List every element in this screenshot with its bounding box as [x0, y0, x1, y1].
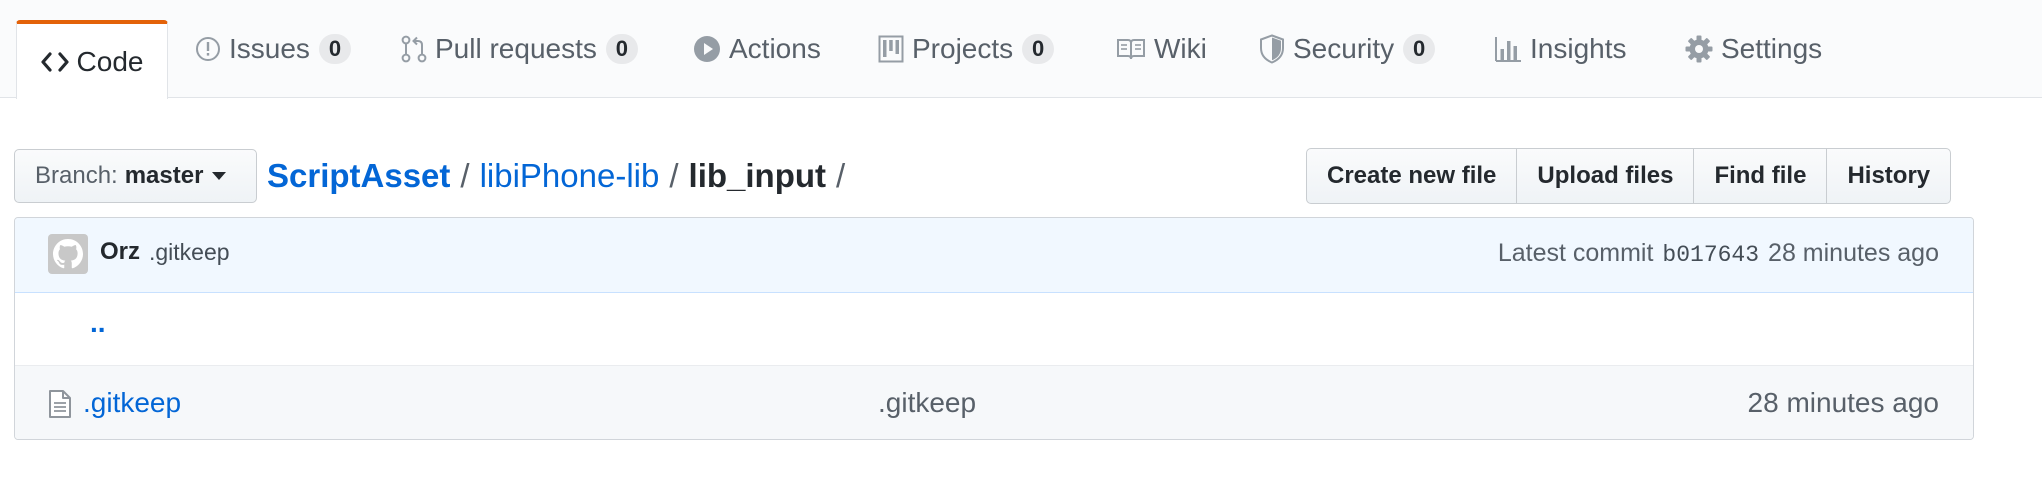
repo-nav: Code Issues 0 Pull requests 0 Actions Pr…: [0, 0, 2042, 99]
caret-down-icon: [212, 172, 227, 180]
commit-age: 28 minutes ago: [1768, 239, 1939, 267]
tab-issues[interactable]: Issues 0: [195, 0, 351, 98]
latest-commit-label: Latest commit: [1497, 239, 1654, 267]
tab-insights[interactable]: Insights: [1494, 0, 1627, 98]
play-icon: [693, 35, 721, 63]
graph-icon: [1494, 35, 1522, 63]
commit-author[interactable]: Orz: [100, 238, 140, 266]
projects-counter: 0: [1022, 34, 1055, 64]
find-file-button[interactable]: Find file: [1693, 148, 1828, 204]
breadcrumb-current: lib_input: [688, 157, 827, 194]
git-pull-request-icon: [401, 35, 427, 63]
tab-wiki-label: Wiki: [1154, 33, 1207, 64]
latest-commit-bar: Orz .gitkeep Latest commit b017643 28 mi…: [15, 218, 1973, 293]
file-table: Orz .gitkeep Latest commit b017643 28 mi…: [14, 217, 1974, 440]
commit-sha-link[interactable]: b017643: [1662, 242, 1759, 268]
tab-pull-requests-label: Pull requests: [435, 33, 597, 64]
pull-requests-counter: 0: [605, 34, 638, 64]
history-button[interactable]: History: [1826, 148, 1952, 204]
branch-value: master: [124, 162, 204, 189]
tab-settings-label: Settings: [1721, 33, 1823, 64]
tab-issues-label: Issues: [229, 33, 310, 64]
project-icon: [878, 35, 904, 63]
security-counter: 0: [1403, 34, 1436, 64]
shield-icon: [1259, 34, 1285, 64]
tab-wiki[interactable]: Wiki: [1116, 0, 1207, 98]
tab-security-label: Security: [1293, 33, 1395, 64]
breadcrumb: ScriptAsset / libiPhone-lib / lib_input …: [267, 152, 855, 200]
breadcrumb-owner-link[interactable]: ScriptAsset: [267, 157, 450, 195]
commit-meta: Latest commit b017643 28 minutes ago: [1498, 239, 1939, 268]
file-name-link[interactable]: .gitkeep: [83, 387, 181, 419]
file-age: 28 minutes ago: [1747, 387, 1939, 418]
breadcrumb-repo-link[interactable]: libiPhone-lib: [480, 157, 660, 195]
tab-insights-label: Insights: [1530, 33, 1627, 64]
tab-projects-label: Projects: [912, 33, 1014, 64]
commit-message[interactable]: .gitkeep: [149, 239, 230, 266]
tab-projects[interactable]: Projects 0: [878, 0, 1055, 98]
tab-settings[interactable]: Settings: [1685, 0, 1822, 98]
upload-files-button[interactable]: Upload files: [1516, 148, 1695, 204]
create-new-file-button[interactable]: Create new file: [1306, 148, 1518, 204]
issue-opened-icon: [195, 36, 221, 62]
tab-actions-label: Actions: [729, 33, 821, 64]
tab-code[interactable]: Code: [16, 20, 168, 99]
breadcrumb-separator: /: [669, 157, 679, 194]
code-icon: [40, 51, 69, 73]
parent-directory-row: ..: [15, 293, 1973, 366]
tab-code-label: Code: [76, 45, 144, 77]
book-icon: [1116, 37, 1146, 61]
parent-directory-link[interactable]: ..: [90, 307, 106, 339]
issues-counter: 0: [318, 34, 351, 64]
branch-label: Branch:: [35, 162, 118, 189]
tab-actions[interactable]: Actions: [693, 0, 821, 98]
file-actions: Create new file Upload files Find file H…: [1306, 148, 1952, 204]
tab-pull-requests[interactable]: Pull requests 0: [401, 0, 638, 98]
gear-icon: [1685, 35, 1713, 63]
file-commit-message[interactable]: .gitkeep: [878, 387, 976, 419]
table-row: .gitkeep .gitkeep 28 minutes ago: [15, 366, 1973, 439]
breadcrumb-separator: /: [836, 157, 846, 194]
branch-select-button[interactable]: Branch: master: [14, 149, 257, 203]
tab-security[interactable]: Security 0: [1259, 0, 1436, 98]
file-icon: [48, 389, 72, 424]
breadcrumb-separator: /: [460, 157, 470, 194]
avatar[interactable]: [48, 234, 88, 274]
